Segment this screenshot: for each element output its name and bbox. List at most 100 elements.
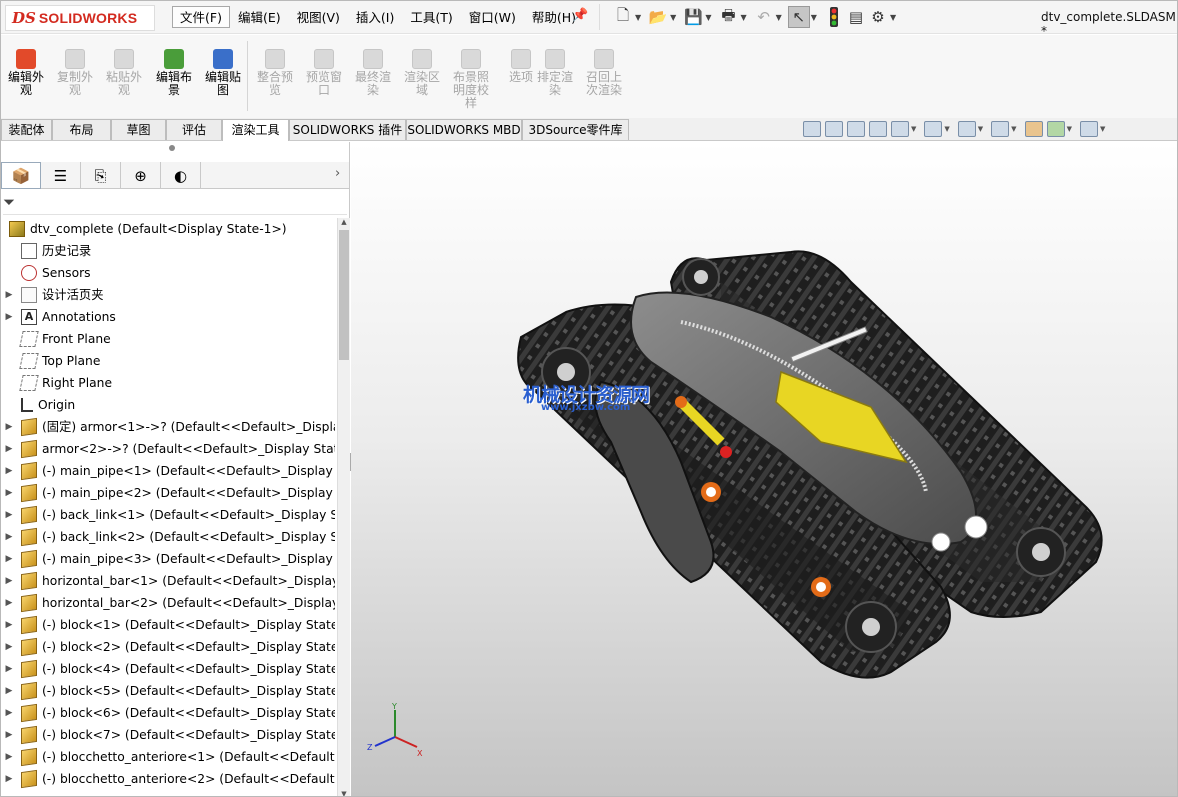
save-icon[interactable]: 💾 [682, 6, 704, 28]
expand-arrow-icon[interactable]: ▶ [3, 548, 15, 570]
view-dropdown-6[interactable]: ▼ [1100, 125, 1105, 133]
expand-arrow-icon[interactable]: ▶ [3, 746, 15, 768]
cmd-button-4[interactable]: 编辑贴图 [200, 49, 246, 97]
cmd-button-6[interactable]: 预览窗口 [301, 49, 347, 97]
cmd-button-5[interactable]: 整合预览 [252, 49, 298, 97]
expand-arrow-icon[interactable]: ▶ [3, 768, 15, 790]
tree-item[interactable]: ▶ (固定) armor<1>->? (Default<<Default>_Dis… [1, 416, 335, 438]
tree-item[interactable]: ▶ (-) back_link<1> (Default<<Default>_Dis… [1, 504, 335, 526]
rebuild-icon[interactable] [823, 6, 845, 28]
tree-item[interactable]: ▶ 设计活页夹 [1, 284, 104, 306]
expand-arrow-icon[interactable]: ▶ [3, 570, 15, 592]
expand-arrow-icon[interactable]: ▶ [3, 614, 15, 636]
tree-item[interactable]: ▶ A Annotations [1, 306, 116, 328]
expand-arrow-icon[interactable]: ▶ [3, 680, 15, 702]
tree-item[interactable]: dtv_complete (Default<Display State-1>) [1, 218, 287, 240]
edit-appearance-view-icon[interactable] [1024, 121, 1043, 137]
dynamic-annotation-icon[interactable] [891, 121, 909, 137]
display-manager-icon[interactable]: ◐ [161, 162, 201, 189]
tree-scrollbar[interactable]: ▲ ▼ [337, 218, 350, 796]
view-orientation-icon[interactable] [924, 121, 943, 137]
expand-arrow-icon[interactable]: ▶ [3, 306, 15, 328]
view-dropdown-5[interactable]: ▼ [1067, 125, 1072, 133]
panel-grip[interactable] [169, 145, 175, 151]
feature-manager-icon[interactable]: 📦 [1, 162, 41, 189]
menu-item-5[interactable]: 窗口(W) [461, 6, 524, 28]
solidworks-logo[interactable]: DS SOLIDWORKS [5, 5, 155, 31]
apply-scene-icon[interactable] [1046, 121, 1065, 137]
new-icon[interactable]: 🗋 [612, 6, 634, 28]
expand-arrow-icon[interactable]: ▶ [3, 636, 15, 658]
tree-item[interactable]: ▶ (-) block<2> (Default<<Default>_Display… [1, 636, 335, 658]
property-manager-icon[interactable]: ☰ [41, 162, 81, 189]
tab-7[interactable]: 3DSource零件库 [522, 119, 629, 140]
view-dropdown-1[interactable]: ▼ [911, 125, 916, 133]
tree-item[interactable]: Front Plane [1, 328, 111, 350]
expand-arrow-icon[interactable]: ▶ [3, 482, 15, 504]
previous-view-icon[interactable] [847, 121, 865, 137]
tab-1[interactable]: 布局 [52, 119, 111, 140]
cmd-button-2[interactable]: 粘贴外观 [101, 49, 147, 97]
print-dropdown[interactable]: ▼ [740, 13, 746, 22]
tree-item[interactable]: ▶ (-) back_link<2> (Default<<Default>_Dis… [1, 526, 335, 548]
tracked-vehicle-model[interactable] [351, 142, 1177, 797]
open-dropdown[interactable]: ▼ [670, 13, 676, 22]
hide-show-items-icon[interactable] [991, 121, 1010, 137]
tree-item[interactable]: Origin [1, 394, 75, 416]
menu-item-4[interactable]: 工具(T) [402, 6, 460, 28]
tab-0[interactable]: 装配体 [1, 119, 52, 140]
expand-arrow-icon[interactable]: ▶ [3, 438, 15, 460]
new-dropdown[interactable]: ▼ [635, 13, 641, 22]
menu-item-1[interactable]: 编辑(E) [230, 6, 289, 28]
zoom-to-area-icon[interactable] [825, 121, 843, 137]
scroll-up-icon[interactable]: ▲ [339, 218, 349, 226]
tree-item[interactable]: ▶ (-) block<5> (Default<<Default>_Display… [1, 680, 335, 702]
cmd-button-12[interactable]: 召回上次渲染 [581, 49, 627, 97]
tree-item[interactable]: ▶ (-) blocchetto_anteriore<2> (Default<<D… [1, 768, 335, 790]
tree-item[interactable]: ▶ armor<2>->? (Default<<Default>_Display … [1, 438, 335, 460]
expand-arrow-icon[interactable]: ▶ [3, 724, 15, 746]
tree-item[interactable]: ▶ (-) blocchetto_anteriore<1> (Default<<D… [1, 746, 335, 768]
expand-arrow-icon[interactable]: ▶ [3, 284, 15, 306]
tree-item[interactable]: ▶ horizontal_bar<2> (Default<<Default>_Di… [1, 592, 335, 614]
menu-item-2[interactable]: 视图(V) [289, 6, 348, 28]
configuration-manager-icon[interactable]: ⎘ [81, 162, 121, 189]
view-dropdown-3[interactable]: ▼ [978, 125, 983, 133]
scroll-thumb[interactable] [339, 230, 349, 360]
tree-item[interactable]: ▶ horizontal_bar<1> (Default<<Default>_Di… [1, 570, 335, 592]
select-icon[interactable]: ↖ [787, 6, 810, 28]
zoom-to-fit-icon[interactable] [803, 121, 821, 137]
options-dropdown[interactable]: ▼ [890, 13, 896, 22]
panel-expand-arrow-icon[interactable]: › [335, 166, 340, 181]
tree-item[interactable]: ▶ (-) main_pipe<1> (Default<<Default>_Dis… [1, 460, 335, 482]
tab-5[interactable]: SOLIDWORKS 插件 [289, 119, 406, 140]
cmd-button-1[interactable]: 复制外观 [52, 49, 98, 97]
filter-icon[interactable]: ⏷ [3, 193, 15, 211]
view-dropdown-2[interactable]: ▼ [944, 125, 949, 133]
options-icon[interactable]: ⚙ [867, 6, 889, 28]
expand-arrow-icon[interactable]: ▶ [3, 702, 15, 724]
expand-arrow-icon[interactable]: ▶ [3, 416, 15, 438]
dimxpert-manager-icon[interactable]: ⊕ [121, 162, 161, 189]
print-icon[interactable]: 🖶 [717, 6, 739, 28]
tree-item[interactable]: ▶ (-) block<6> (Default<<Default>_Display… [1, 702, 335, 724]
tree-item[interactable]: ▶ (-) block<1> (Default<<Default>_Display… [1, 614, 335, 636]
display-style-icon[interactable] [957, 121, 976, 137]
menu-item-3[interactable]: 插入(I) [348, 6, 402, 28]
tree-item[interactable]: ▶ (-) main_pipe<2> (Default<<Default>_Dis… [1, 482, 335, 504]
expand-arrow-icon[interactable]: ▶ [3, 460, 15, 482]
expand-arrow-icon[interactable]: ▶ [3, 504, 15, 526]
tab-2[interactable]: 草图 [111, 119, 166, 140]
tree-item[interactable]: Sensors [1, 262, 91, 284]
cmd-button-8[interactable]: 渲染区域 [399, 49, 445, 97]
tree-filter[interactable]: ⏷ [3, 193, 347, 215]
tree-item[interactable]: Top Plane [1, 350, 100, 372]
cmd-button-0[interactable]: 编辑外观 [3, 49, 49, 97]
section-view-icon[interactable] [869, 121, 887, 137]
cmd-button-3[interactable]: 编辑布景 [151, 49, 197, 97]
tree-item[interactable]: ▶ (-) main_pipe<3> (Default<<Default>_Dis… [1, 548, 335, 570]
cmd-button-7[interactable]: 最终渲染 [350, 49, 396, 97]
graphics-area[interactable]: 机械设计资源网 www.jxzbw.com Y X Z [351, 142, 1177, 797]
tree-item[interactable]: 历史记录 [1, 240, 91, 262]
tab-3[interactable]: 评估 [166, 119, 222, 140]
